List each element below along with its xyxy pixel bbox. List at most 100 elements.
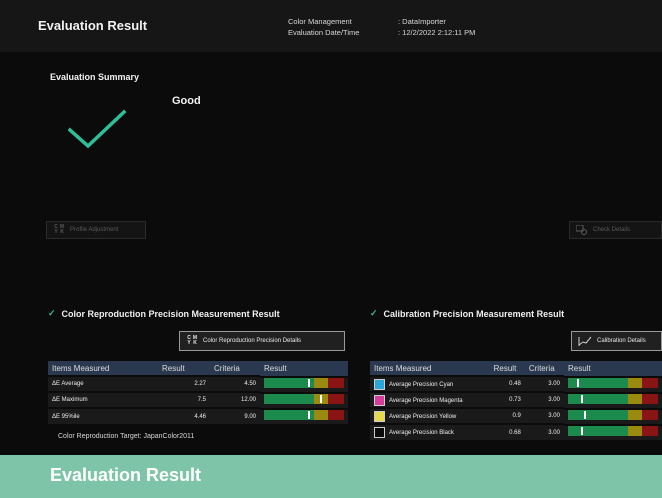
calibration-details-label: Calibration Details	[597, 338, 646, 344]
result-value: 0.48	[489, 375, 525, 392]
table-row: ΔE Average 2.27 4.50	[48, 375, 348, 392]
app-root: Evaluation Result Color Management : Dat…	[0, 0, 662, 498]
calibration-details-button[interactable]: Calibration Details	[571, 331, 662, 351]
bar-zone-warning	[627, 378, 642, 388]
col-result: Result	[489, 361, 525, 376]
calibration-table: Items Measured Result Criteria Result Av…	[370, 361, 662, 440]
bar-zone-good	[567, 394, 628, 404]
result-bar	[567, 378, 658, 388]
window-title: Evaluation Result	[38, 18, 148, 33]
table-header-row: Items Measured Result Criteria Result	[48, 361, 348, 376]
result-bar-cell	[563, 392, 662, 408]
table-row: ΔE Maximum 7.5 12.00	[48, 391, 348, 408]
evaluation-summary-title: Evaluation Summary	[50, 72, 140, 82]
criteria-value: 3.00	[524, 391, 564, 408]
bar-zone-warning	[627, 410, 642, 420]
check-details-button[interactable]: Check Details	[569, 221, 662, 239]
result-marker	[308, 411, 310, 419]
check-details-icon	[576, 225, 587, 235]
result-bar	[264, 378, 344, 388]
color-reproduction-details-label: Color Reproduction Precision Details	[203, 338, 302, 344]
result-bar	[264, 410, 344, 420]
calibration-section-title: ✓ Calibration Precision Measurement Resu…	[370, 308, 564, 319]
evaluation-datetime-label: Evaluation Date/Time	[288, 28, 360, 37]
caption-title: Evaluation Result	[50, 465, 202, 485]
bar-zone-fail	[641, 410, 658, 420]
criteria-value: 12.00	[210, 391, 260, 408]
item-label: Average Precision Yellow	[389, 413, 457, 420]
result-bar	[567, 426, 658, 436]
black-swatch-icon	[374, 427, 385, 438]
evaluation-datetime-value: : 12/2/2022 2:12:11 PM	[398, 28, 476, 37]
result-marker	[584, 411, 587, 419]
bar-zone-fail	[641, 394, 658, 404]
col-result-bar: Result	[260, 361, 348, 376]
evaluation-status: Good	[172, 95, 201, 107]
color-reproduction-details-button[interactable]: CMYK Color Reproduction Precision Detail…	[179, 331, 345, 351]
result-value: 4.46	[158, 407, 210, 424]
col-items-measured: Items Measured	[370, 361, 490, 376]
bar-zone-fail	[328, 378, 344, 388]
table-row: Average Precision Black 0.68 3.00	[370, 423, 662, 440]
bar-zone-fail	[641, 426, 658, 436]
item-name: Average Precision Cyan	[370, 375, 490, 392]
table-row: ΔE 95%ile 4.46 9.00	[48, 407, 348, 424]
color-reproduction-target: Color Reproduction Target: JapanColor201…	[58, 433, 195, 440]
col-criteria: Criteria	[210, 361, 260, 376]
col-criteria: Criteria	[524, 361, 564, 376]
bar-zone-good	[264, 410, 314, 420]
color-management-label: Color Management	[288, 17, 352, 26]
bar-zone-fail	[328, 410, 344, 420]
col-result-bar: Result	[563, 361, 662, 376]
item-name: ΔE Maximum	[48, 391, 158, 408]
profile-adjustment-button[interactable]: CMYK Profile Adjustment	[46, 221, 146, 239]
color-management-value: : DataImporter	[398, 17, 446, 26]
bar-zone-good	[264, 394, 314, 404]
bar-zone-warning	[314, 378, 328, 388]
cyan-swatch-icon	[374, 378, 385, 390]
calibration-title: Calibration Precision Measurement Result	[383, 308, 565, 319]
result-marker	[576, 379, 579, 387]
table-row: Average Precision Yellow 0.9 3.00	[370, 407, 662, 424]
result-bar-cell	[563, 408, 662, 424]
table-header-row: Items Measured Result Criteria Result	[370, 361, 662, 376]
bar-zone-good	[567, 426, 628, 436]
color-reproduction-section-title: ✓ Color Reproduction Precision Measureme…	[48, 308, 280, 319]
result-marker	[580, 427, 583, 435]
item-label: Average Precision Cyan	[389, 381, 454, 388]
result-marker	[308, 379, 310, 387]
check-details-label: Check Details	[593, 227, 631, 233]
result-value: 0.9	[489, 407, 525, 424]
result-value: 2.27	[158, 375, 210, 392]
result-value: 0.68	[489, 423, 525, 440]
bar-zone-good	[264, 378, 314, 388]
profile-adjustment-label: Profile Adjustment	[70, 227, 119, 233]
window-header: Evaluation Result Color Management : Dat…	[0, 0, 662, 52]
result-bar-cell	[260, 376, 348, 392]
section-check-icon: ✓	[48, 308, 56, 318]
criteria-value: 4.50	[210, 375, 260, 392]
result-bar-cell	[260, 408, 348, 424]
magenta-swatch-icon	[374, 394, 385, 406]
result-bar-cell	[563, 424, 662, 440]
cmyk-icon: CMYK	[54, 224, 65, 235]
result-bar	[264, 394, 344, 404]
item-label: Average Precision Magenta	[389, 397, 463, 404]
caption-bar: Evaluation Result	[0, 455, 662, 498]
calibration-curve-icon	[578, 336, 592, 346]
bar-zone-warning	[314, 410, 328, 420]
evaluation-window: Evaluation Result Color Management : Dat…	[0, 0, 662, 455]
result-marker	[320, 395, 322, 403]
table-row: Average Precision Cyan 0.48 3.00	[370, 375, 662, 392]
result-bar-cell	[563, 376, 662, 392]
item-name: Average Precision Yellow	[370, 407, 490, 424]
color-reproduction-title: Color Reproduction Precision Measurement…	[61, 308, 280, 319]
result-value: 7.5	[158, 391, 210, 408]
item-label: Average Precision Black	[389, 430, 454, 437]
criteria-value: 3.00	[524, 423, 564, 440]
checkmark-icon	[68, 109, 127, 149]
item-name: Average Precision Black	[370, 423, 490, 440]
criteria-value: 3.00	[524, 375, 564, 392]
item-name: ΔE 95%ile	[48, 407, 158, 424]
criteria-value: 3.00	[524, 407, 564, 424]
